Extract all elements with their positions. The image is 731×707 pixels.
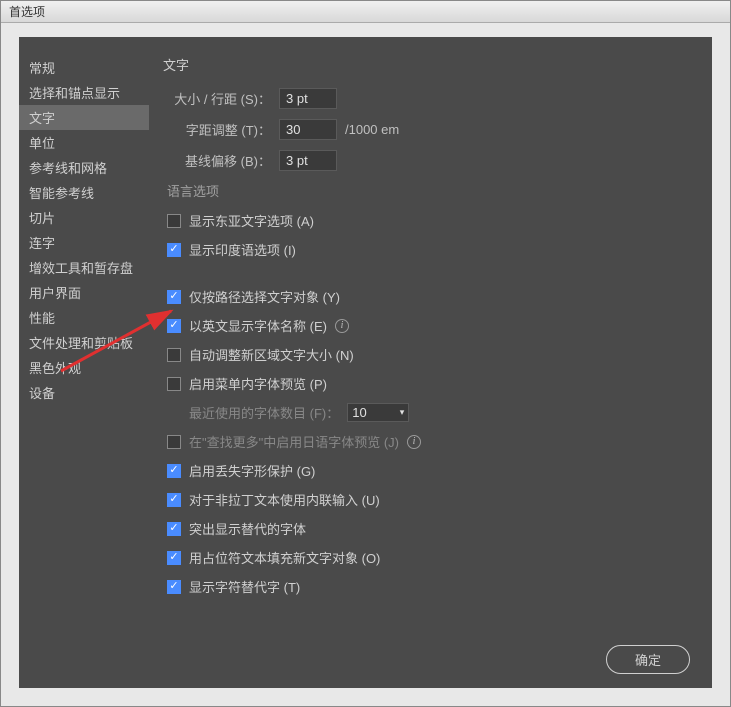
sidebar-item-13[interactable]: 设备: [19, 380, 149, 405]
sidebar-item-12[interactable]: 黑色外观: [19, 355, 149, 380]
input-tracking[interactable]: [279, 119, 337, 140]
check-placeholder-text[interactable]: 用占位符文本填充新文字对象 (O): [163, 543, 698, 572]
sidebar-item-3[interactable]: 单位: [19, 130, 149, 155]
check-missing-glyph-label: 启用丢失字形保护 (G): [189, 461, 315, 480]
check-missing-glyph[interactable]: 启用丢失字形保护 (G): [163, 456, 698, 485]
field-baseline: 基线偏移 (B)：: [163, 150, 698, 171]
input-baseline[interactable]: [279, 150, 337, 171]
label-tracking: 字距调整 (T)：: [163, 120, 271, 139]
sidebar-item-4[interactable]: 参考线和网格: [19, 155, 149, 180]
titlebar: 首选项: [1, 1, 730, 23]
sidebar-item-0[interactable]: 常规: [19, 55, 149, 80]
check-east-asian-label: 显示东亚文字选项 (A): [189, 211, 314, 230]
sidebar-item-2[interactable]: 文字: [19, 105, 149, 130]
field-size-leading: 大小 / 行距 (S)：: [163, 88, 698, 109]
sidebar-item-6[interactable]: 切片: [19, 205, 149, 230]
check-show-alt-glyph-box[interactable]: [167, 580, 181, 594]
check-placeholder-text-label: 用占位符文本填充新文字对象 (O): [189, 548, 380, 567]
section-heading: 文字: [163, 55, 698, 74]
check-inline-input-label: 对于非拉丁文本使用内联输入 (U): [189, 490, 380, 509]
chevron-down-icon: ▾: [400, 407, 405, 418]
check-path-only[interactable]: 仅按路径选择文字对象 (Y): [163, 282, 698, 311]
check-inline-input[interactable]: 对于非拉丁文本使用内联输入 (U): [163, 485, 698, 514]
preferences-window: 首选项 常规选择和锚点显示文字单位参考线和网格智能参考线切片连字增效工具和暂存盘…: [0, 0, 731, 707]
check-highlight-sub-label: 突出显示替代的字体: [189, 519, 306, 538]
check-highlight-sub[interactable]: 突出显示替代的字体: [163, 514, 698, 543]
check-jp-preview-box[interactable]: [167, 435, 181, 449]
check-highlight-sub-box[interactable]: [167, 522, 181, 536]
sidebar-item-7[interactable]: 连字: [19, 230, 149, 255]
select-recent-fonts[interactable]: 10 ▾: [347, 403, 409, 422]
info-icon[interactable]: i: [407, 435, 421, 449]
check-show-alt-glyph[interactable]: 显示字符替代字 (T): [163, 572, 698, 601]
check-menu-preview[interactable]: 启用菜单内字体预览 (P): [163, 369, 698, 398]
field-recent-fonts: 最近使用的字体数目 (F)： 10 ▾: [163, 398, 698, 427]
label-size-leading: 大小 / 行距 (S)：: [163, 89, 271, 108]
check-english-font-box[interactable]: [167, 319, 181, 333]
sidebar-item-10[interactable]: 性能: [19, 305, 149, 330]
input-size-leading[interactable]: [279, 88, 337, 109]
check-show-alt-glyph-label: 显示字符替代字 (T): [189, 577, 300, 596]
sidebar-item-5[interactable]: 智能参考线: [19, 180, 149, 205]
check-english-font-label: 以英文显示字体名称 (E): [189, 316, 327, 335]
sidebar: 常规选择和锚点显示文字单位参考线和网格智能参考线切片连字增效工具和暂存盘用户界面…: [19, 37, 149, 688]
check-missing-glyph-box[interactable]: [167, 464, 181, 478]
sidebar-item-9[interactable]: 用户界面: [19, 280, 149, 305]
check-menu-preview-label: 启用菜单内字体预览 (P): [189, 374, 327, 393]
check-jp-preview[interactable]: 在"查找更多"中启用日语字体预览 (J) i: [163, 427, 698, 456]
check-inline-input-box[interactable]: [167, 493, 181, 507]
check-east-asian-box[interactable]: [167, 214, 181, 228]
check-placeholder-text-box[interactable]: [167, 551, 181, 565]
window-title: 首选项: [9, 5, 45, 19]
unit-tracking: /1000 em: [345, 122, 399, 137]
sidebar-item-1[interactable]: 选择和锚点显示: [19, 80, 149, 105]
check-path-only-label: 仅按路径选择文字对象 (Y): [189, 287, 340, 306]
check-indic-label: 显示印度语选项 (I): [189, 240, 296, 259]
sidebar-item-11[interactable]: 文件处理和剪贴板: [19, 330, 149, 355]
label-baseline: 基线偏移 (B)：: [163, 151, 271, 170]
lang-group-label: 语言选项: [167, 181, 698, 200]
check-auto-size[interactable]: 自动调整新区域文字大小 (N): [163, 340, 698, 369]
check-auto-size-label: 自动调整新区域文字大小 (N): [189, 345, 354, 364]
info-icon[interactable]: i: [335, 319, 349, 333]
check-indic-box[interactable]: [167, 243, 181, 257]
ok-button[interactable]: 确定: [606, 645, 690, 674]
check-path-only-box[interactable]: [167, 290, 181, 304]
sidebar-item-8[interactable]: 增效工具和暂存盘: [19, 255, 149, 280]
check-jp-preview-label: 在"查找更多"中启用日语字体预览 (J): [189, 432, 399, 451]
check-east-asian[interactable]: 显示东亚文字选项 (A): [163, 206, 698, 235]
field-tracking: 字距调整 (T)： /1000 em: [163, 119, 698, 140]
content-panel: 文字 大小 / 行距 (S)： 字距调整 (T)： /1000 em 基线偏移 …: [149, 37, 712, 688]
check-auto-size-box[interactable]: [167, 348, 181, 362]
check-english-font[interactable]: 以英文显示字体名称 (E) i: [163, 311, 698, 340]
check-indic[interactable]: 显示印度语选项 (I): [163, 235, 698, 264]
dialog-body: 常规选择和锚点显示文字单位参考线和网格智能参考线切片连字增效工具和暂存盘用户界面…: [19, 37, 712, 688]
check-menu-preview-box[interactable]: [167, 377, 181, 391]
label-recent-fonts: 最近使用的字体数目 (F)：: [189, 403, 339, 422]
